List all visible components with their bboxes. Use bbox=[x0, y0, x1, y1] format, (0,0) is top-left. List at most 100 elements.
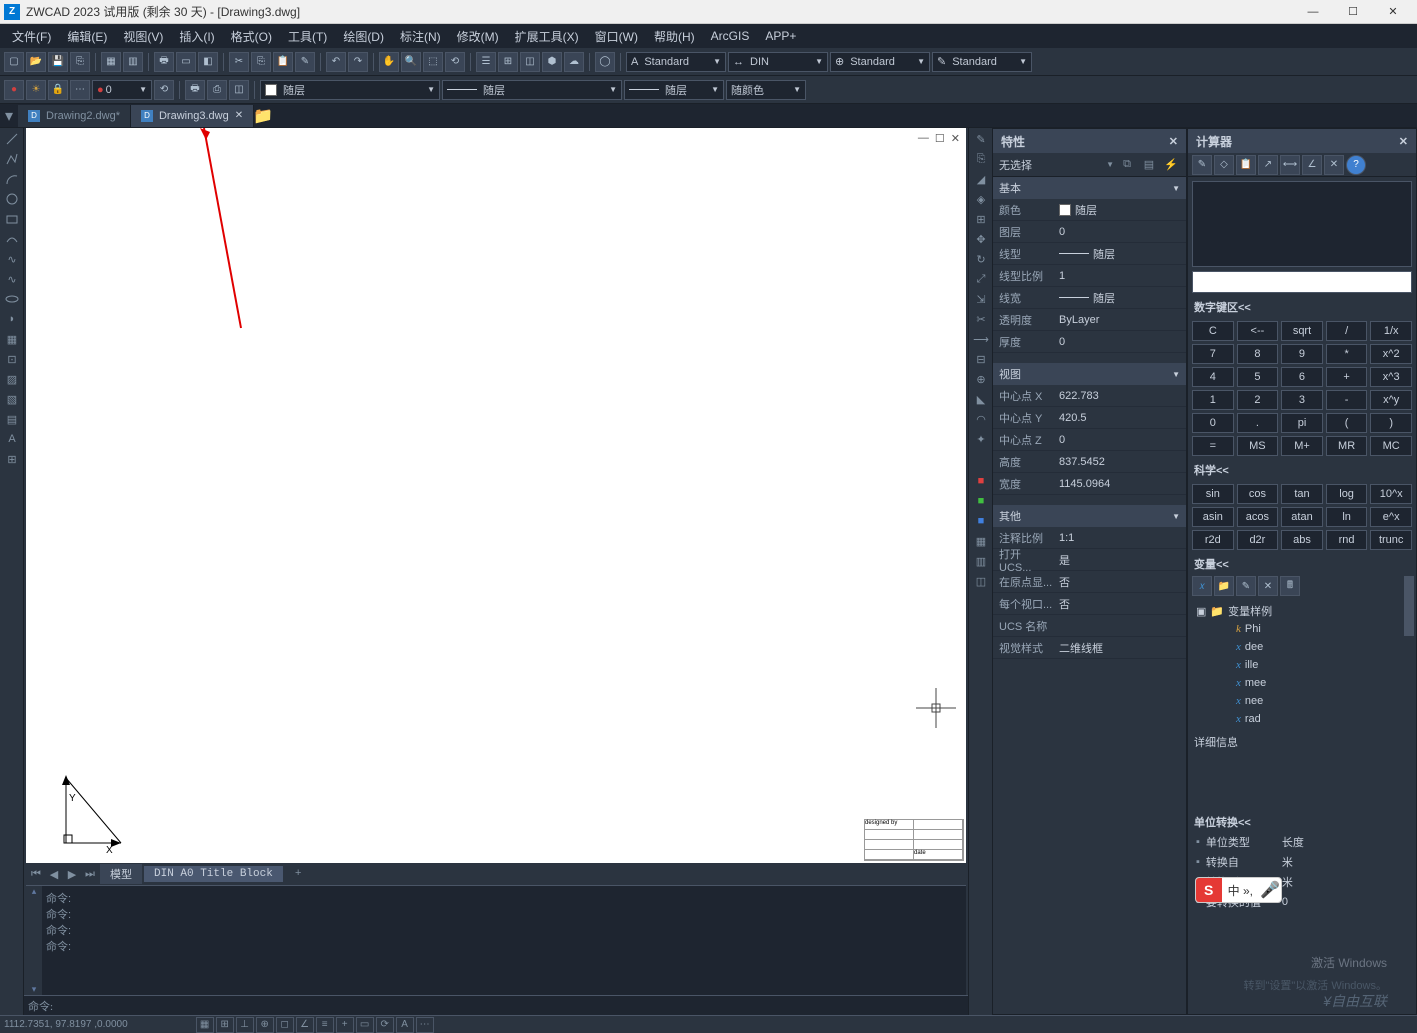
calc-btn-5[interactable]: 5 bbox=[1237, 367, 1279, 387]
calc-btn-MR[interactable]: MR bbox=[1326, 436, 1368, 456]
var-nee[interactable]: xnee bbox=[1196, 692, 1394, 710]
calc-btn-acos[interactable]: acos bbox=[1237, 507, 1279, 527]
doctab-drawing3[interactable]: D Drawing3.dwg ✕ bbox=[131, 105, 254, 127]
calc-btn-/[interactable]: / bbox=[1326, 321, 1368, 341]
color-combo[interactable]: 随层 ▼ bbox=[260, 80, 440, 100]
saveas-icon[interactable]: ⎘ bbox=[70, 52, 90, 72]
copy-icon[interactable]: ⎘ bbox=[251, 52, 271, 72]
multi-icon[interactable]: ▦ bbox=[101, 52, 121, 72]
layout-prev-icon[interactable]: ◀ bbox=[46, 866, 62, 882]
prop-row[interactable]: 图层0 bbox=[993, 221, 1186, 243]
properties-close-icon[interactable]: ✕ bbox=[1169, 135, 1178, 148]
menu-10[interactable]: 窗口(W) bbox=[587, 26, 646, 47]
prop-row[interactable]: 打开 UCS...是 bbox=[993, 549, 1186, 571]
calc-btn-sqrt[interactable]: sqrt bbox=[1281, 321, 1323, 341]
numpad-header[interactable]: 数字键区<< bbox=[1188, 297, 1416, 317]
rectangle-icon[interactable] bbox=[2, 210, 22, 228]
calc-btn--[interactable]: - bbox=[1326, 390, 1368, 410]
calc-btn-C[interactable]: C bbox=[1192, 321, 1234, 341]
canvas-max-icon[interactable]: ☐ bbox=[935, 132, 945, 145]
redo-icon[interactable]: ↷ bbox=[348, 52, 368, 72]
linetype-combo[interactable]: 随层 ▼ bbox=[442, 80, 622, 100]
array-icon[interactable]: ⊞ bbox=[971, 210, 991, 228]
prop-row[interactable]: 中心点 X622.783 bbox=[993, 385, 1186, 407]
props-icon[interactable]: ⊞ bbox=[498, 52, 518, 72]
plotstyle-combo[interactable]: 随颜色 ▼ bbox=[726, 80, 806, 100]
zoom-prev-icon[interactable]: ⟲ bbox=[445, 52, 465, 72]
calc-get-icon[interactable]: ↗ bbox=[1258, 155, 1278, 175]
calc-history-icon[interactable]: ◇ bbox=[1214, 155, 1234, 175]
cmd-scroll-icon[interactable]: ▴▾ bbox=[26, 886, 42, 995]
minimize-button[interactable]: ― bbox=[1293, 1, 1333, 23]
calc-btn-10^x[interactable]: 10^x bbox=[1370, 484, 1412, 504]
undo-icon[interactable]: ↶ bbox=[326, 52, 346, 72]
close-button[interactable]: ✕ bbox=[1373, 1, 1413, 23]
calc-btn-2[interactable]: 2 bbox=[1237, 390, 1279, 410]
paste-icon[interactable]: 📋 bbox=[273, 52, 293, 72]
region-icon[interactable]: ▧ bbox=[2, 390, 22, 408]
move-icon[interactable]: ✥ bbox=[971, 230, 991, 248]
menu-1[interactable]: 编辑(E) bbox=[59, 26, 115, 47]
sb-lwt-icon[interactable]: ≡ bbox=[316, 1017, 334, 1033]
cut-icon[interactable]: ✂ bbox=[229, 52, 249, 72]
sb-ortho-icon[interactable]: ⊥ bbox=[236, 1017, 254, 1033]
calc-btn-x^3[interactable]: x^3 bbox=[1370, 367, 1412, 387]
match-icon[interactable]: ✎ bbox=[295, 52, 315, 72]
var-mee[interactable]: xmee bbox=[1196, 674, 1394, 692]
arc-icon[interactable] bbox=[2, 170, 22, 188]
table-icon[interactable]: ▤ bbox=[2, 410, 22, 428]
layout-last-icon[interactable]: ⏭ bbox=[82, 866, 98, 882]
calc-btn-atan[interactable]: atan bbox=[1281, 507, 1323, 527]
mleader-style-combo[interactable]: ✎Standard▼ bbox=[932, 52, 1032, 72]
menu-5[interactable]: 工具(T) bbox=[280, 26, 335, 47]
pickadd-icon[interactable]: ▤ bbox=[1140, 156, 1158, 174]
sb-snap-icon[interactable]: ▦ bbox=[196, 1017, 214, 1033]
color-blue-icon[interactable]: ■ bbox=[971, 512, 991, 530]
calc-btn-cos[interactable]: cos bbox=[1237, 484, 1279, 504]
prop-row[interactable]: 中心点 Y420.5 bbox=[993, 407, 1186, 429]
print-b-icon[interactable]: ⎙ bbox=[207, 80, 227, 100]
arc2-icon[interactable] bbox=[2, 230, 22, 248]
prop-row[interactable]: 线宽随层 bbox=[993, 287, 1186, 309]
calculator-input[interactable] bbox=[1192, 271, 1412, 293]
var-ille[interactable]: xille bbox=[1196, 656, 1394, 674]
unit-row[interactable]: ▪转换自米 bbox=[1188, 852, 1402, 872]
circle-icon[interactable] bbox=[2, 190, 22, 208]
prop-row[interactable]: 线型随层 bbox=[993, 243, 1186, 265]
properties-selector[interactable]: 无选择 ▼ ⧉ ▤ ⚡ bbox=[993, 153, 1186, 177]
canvas-close-icon[interactable]: ✕ bbox=[951, 132, 960, 145]
save-icon[interactable]: 💾 bbox=[48, 52, 68, 72]
open-icon[interactable]: 📂 bbox=[26, 52, 46, 72]
menu-6[interactable]: 绘图(D) bbox=[335, 26, 392, 47]
chamfer-icon[interactable]: ◣ bbox=[971, 390, 991, 408]
menu-0[interactable]: 文件(F) bbox=[4, 26, 59, 47]
tile-icon[interactable]: ▥ bbox=[123, 52, 143, 72]
sb-osnap-icon[interactable]: ◻ bbox=[276, 1017, 294, 1033]
layout-tab-add[interactable]: + bbox=[285, 866, 312, 882]
calc-btn-7[interactable]: 7 bbox=[1192, 344, 1234, 364]
prop-row[interactable]: UCS 名称 bbox=[993, 615, 1186, 637]
polyline-icon[interactable] bbox=[2, 150, 22, 168]
ime-indicator[interactable]: S 中 », 🎤 bbox=[1195, 877, 1282, 903]
print-c-icon[interactable]: ◫ bbox=[229, 80, 249, 100]
copy2-icon[interactable]: ⎘ bbox=[971, 150, 991, 168]
prop-section-视图[interactable]: 视图▼ bbox=[993, 363, 1186, 385]
explode-icon[interactable]: ✦ bbox=[971, 430, 991, 448]
ellipse-icon[interactable] bbox=[2, 290, 22, 308]
menu-4[interactable]: 格式(O) bbox=[223, 26, 280, 47]
new-icon[interactable]: ▢ bbox=[4, 52, 24, 72]
calc-btn-trunc[interactable]: trunc bbox=[1370, 530, 1412, 550]
sb-polar-icon[interactable]: ⊕ bbox=[256, 1017, 274, 1033]
layout-tab-model[interactable]: 模型 bbox=[100, 864, 142, 884]
color-more-icon[interactable]: ▥ bbox=[971, 552, 991, 570]
layers-icon[interactable]: ☰ bbox=[476, 52, 496, 72]
fillet-icon[interactable]: ◠ bbox=[971, 410, 991, 428]
tool-icon[interactable]: ⬢ bbox=[542, 52, 562, 72]
var-calc-icon[interactable]: 🖩 bbox=[1280, 576, 1300, 596]
preview-icon[interactable]: ◧ bbox=[198, 52, 218, 72]
prop-row[interactable]: 宽度1145.0964 bbox=[993, 473, 1186, 495]
tab-add-icon[interactable]: 📁 bbox=[254, 106, 272, 126]
prop-section-基本[interactable]: 基本▼ bbox=[993, 177, 1186, 199]
tab-prev-icon[interactable]: ▾ bbox=[0, 106, 18, 126]
scale-icon[interactable]: ⤢ bbox=[971, 270, 991, 288]
